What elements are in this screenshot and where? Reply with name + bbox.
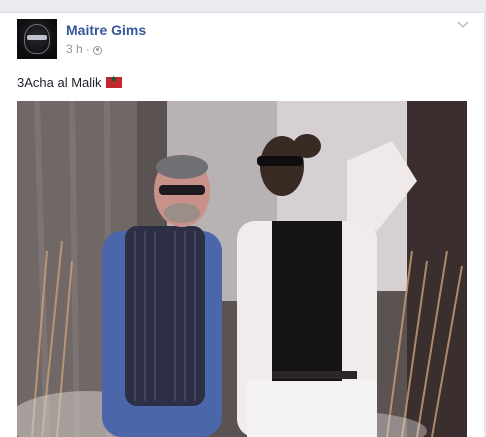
post-card: Maitre Gims 3 h · 3Acha al Malik bbox=[0, 12, 485, 437]
post-timestamp[interactable]: 3 h bbox=[66, 42, 83, 56]
post-message-text: 3Acha al Malik bbox=[17, 75, 102, 90]
meta-separator: · bbox=[85, 42, 90, 56]
post-photo[interactable] bbox=[17, 101, 467, 437]
photo-illustration bbox=[17, 101, 467, 437]
author-avatar[interactable] bbox=[17, 19, 57, 59]
morocco-flag-icon bbox=[105, 75, 122, 88]
post-meta: 3 h · bbox=[66, 42, 102, 56]
globe-icon[interactable] bbox=[92, 45, 102, 55]
author-name-link[interactable]: Maitre Gims bbox=[66, 22, 146, 38]
post-message: 3Acha al Malik bbox=[17, 75, 122, 90]
chevron-down-icon[interactable] bbox=[456, 18, 470, 32]
avatar-glasses-shape bbox=[27, 35, 47, 40]
